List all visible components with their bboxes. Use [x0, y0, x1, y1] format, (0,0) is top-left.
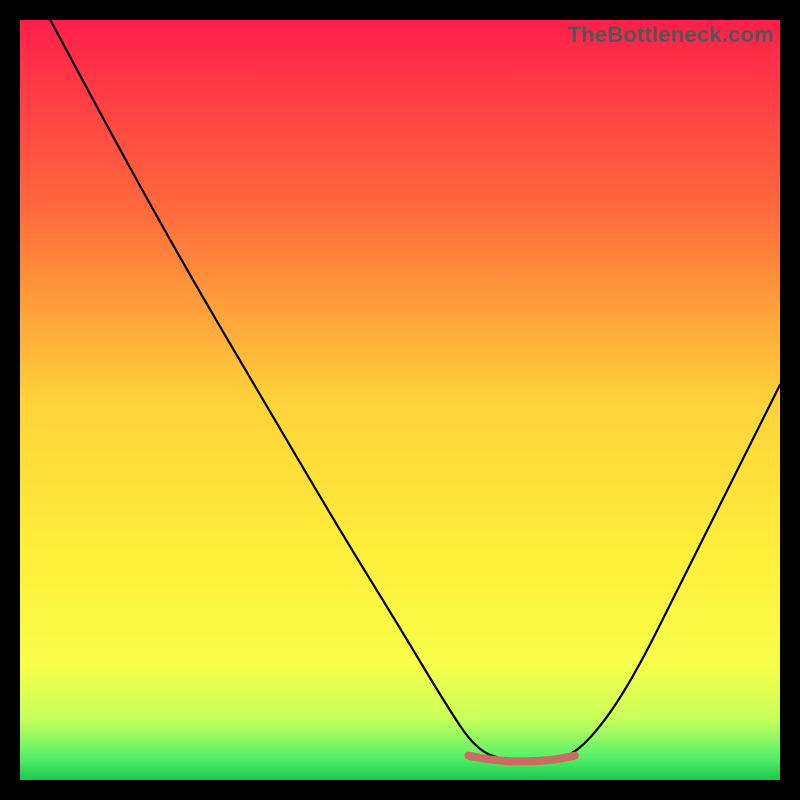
watermark-text: TheBottleneck.com [568, 22, 774, 48]
gradient-rect [20, 20, 780, 780]
chart-frame: TheBottleneck.com [20, 20, 780, 780]
chart-svg [20, 20, 780, 780]
